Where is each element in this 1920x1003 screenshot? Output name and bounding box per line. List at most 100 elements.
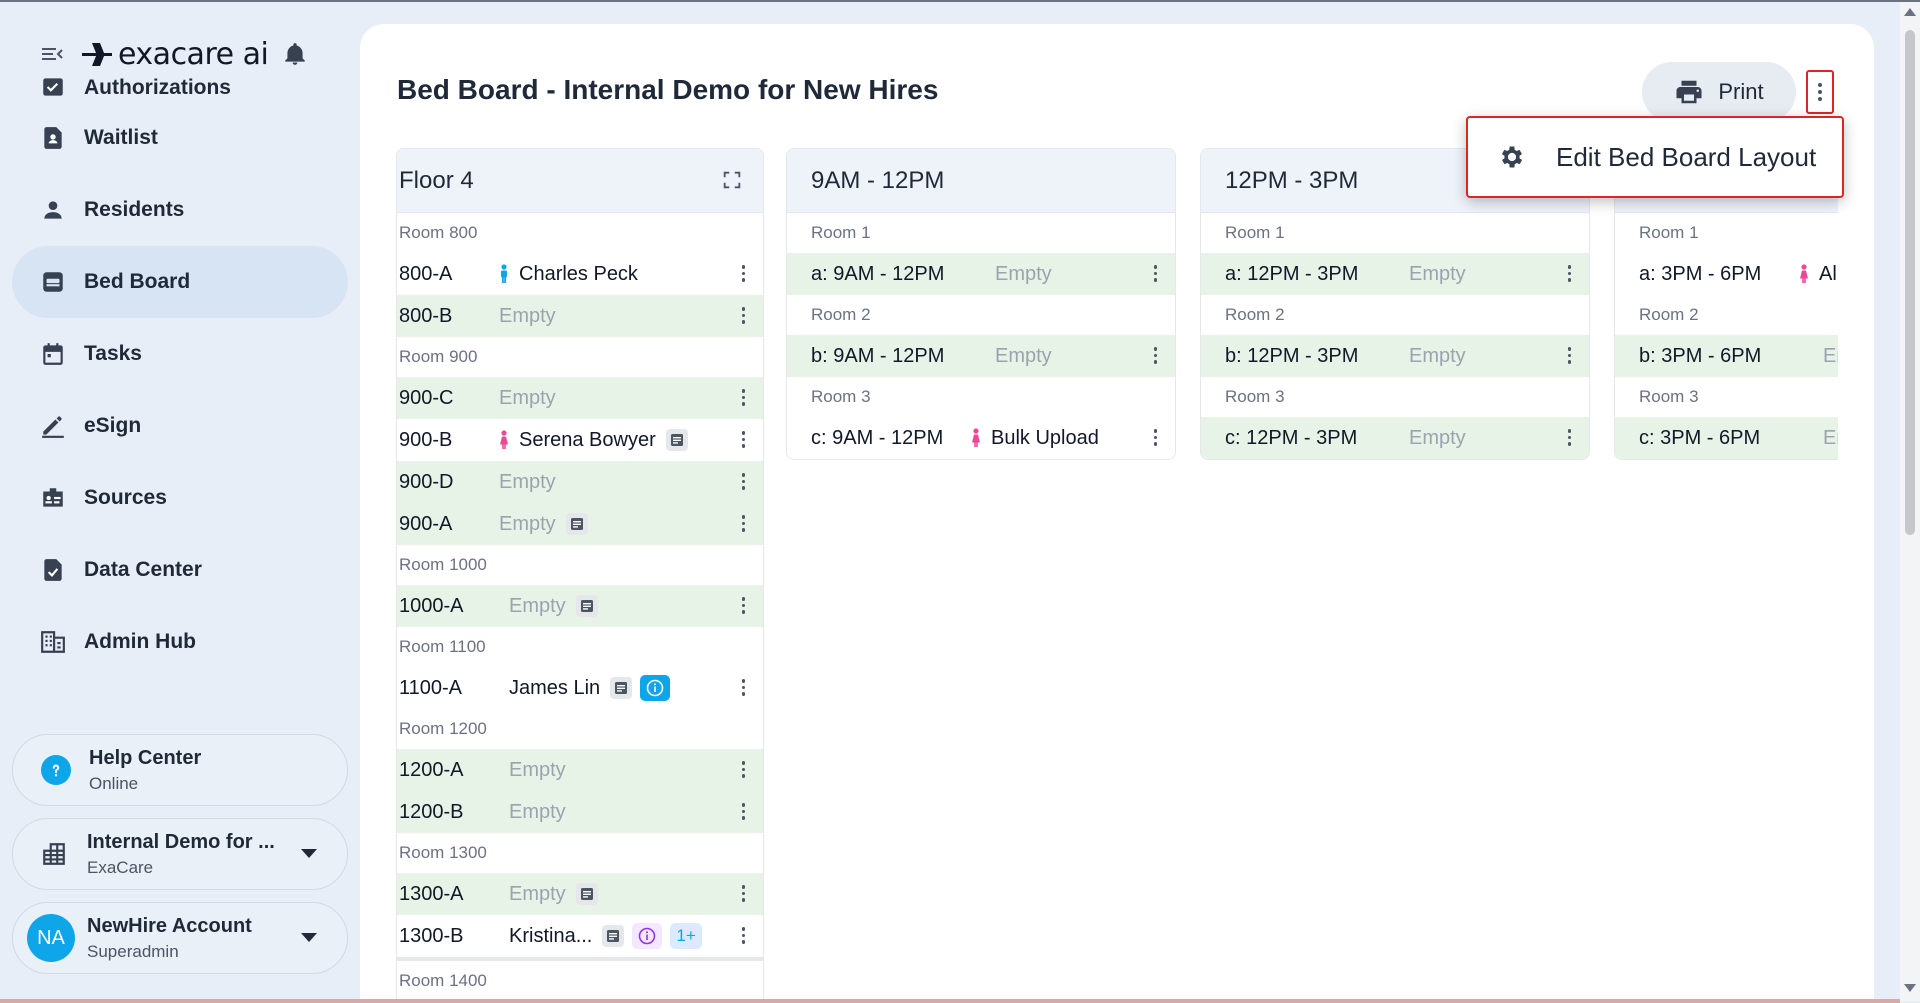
edit-bed-board-layout-menu-item[interactable]: Edit Bed Board Layout	[1466, 116, 1844, 198]
bed-actions-button[interactable]	[741, 885, 745, 902]
note-icon[interactable]	[602, 925, 625, 947]
bed-id: c: 3PM - 6PM	[1639, 426, 1761, 449]
bed-actions-button[interactable]	[1153, 265, 1157, 282]
bed-row[interactable]: a: 3PM - 6PM Ali	[1615, 253, 1838, 295]
info-icon[interactable]	[632, 923, 663, 949]
column-title: 9AM - 12PM	[811, 166, 945, 194]
bed-row[interactable]: c: 3PM - 6PM Em	[1615, 417, 1838, 459]
bed-actions-button[interactable]	[1567, 429, 1571, 446]
exacare-logo-icon	[82, 43, 112, 66]
printer-icon	[1676, 80, 1702, 104]
bed-row[interactable]: 1300-A Empty	[397, 873, 763, 915]
room-label: Room 1	[787, 213, 1175, 253]
bed-actions-button[interactable]	[741, 389, 745, 406]
bed-row[interactable]: 900-B Serena Bowyer	[397, 419, 763, 461]
sidebar-item-tasks[interactable]: Tasks	[12, 318, 348, 390]
bed-row[interactable]: b: 3PM - 6PM Em	[1615, 335, 1838, 377]
bed-row[interactable]: 900-D Empty	[397, 461, 763, 503]
bed-row[interactable]: 800-B Empty	[397, 295, 763, 337]
help-icon	[41, 755, 71, 785]
print-label: Print	[1718, 79, 1764, 104]
sidebar-item-bed-board[interactable]: Bed Board	[12, 246, 348, 318]
sidebar-item-authorizations[interactable]: Authorizations	[12, 68, 348, 102]
notifications-bell-icon[interactable]	[282, 41, 308, 67]
occupant-name[interactable]: James Lin	[509, 677, 600, 700]
info-icon[interactable]	[640, 675, 671, 701]
occupant-name[interactable]: Kristina...	[509, 925, 592, 948]
bed-actions-button[interactable]	[1567, 265, 1571, 282]
facility-selector[interactable]: Internal Demo for ... ExaCare	[12, 818, 348, 890]
bed-row[interactable]: b: 9AM - 12PM Empty	[787, 335, 1175, 377]
bed-row[interactable]: 900-A Empty	[397, 503, 763, 545]
help-center-button[interactable]: Help Center Online	[12, 734, 348, 806]
bed-actions-button[interactable]	[1567, 347, 1571, 364]
scrollbar-thumb[interactable]	[1905, 30, 1915, 535]
bed-actions-button[interactable]	[741, 473, 745, 490]
scroll-up-arrow-icon[interactable]	[1904, 8, 1916, 16]
note-icon[interactable]	[575, 883, 598, 905]
pen-icon	[40, 413, 66, 439]
more-vert-icon	[741, 431, 745, 448]
bed-id: 1300-A	[399, 882, 464, 905]
more-vert-icon	[741, 885, 745, 902]
sidebar-item-esign[interactable]: eSign	[12, 390, 348, 462]
sidebar-item-label: Residents	[84, 198, 185, 221]
note-icon[interactable]	[610, 677, 633, 699]
empty-label: Empty	[509, 882, 566, 905]
more-options-button[interactable]	[1806, 70, 1834, 114]
bed-actions-button[interactable]	[1153, 347, 1157, 364]
empty-label: Empty	[509, 594, 566, 617]
occupant-name[interactable]: Bulk Upload	[991, 427, 1099, 450]
bed-row[interactable]: a: 9AM - 12PM Empty	[787, 253, 1175, 295]
bed-actions-button[interactable]	[741, 307, 745, 324]
bed-actions-button[interactable]	[741, 803, 745, 820]
scroll-down-arrow-icon[interactable]	[1904, 984, 1916, 992]
bed-actions-button[interactable]	[741, 597, 745, 614]
bed-row[interactable]: 800-A Charles Peck	[397, 253, 763, 295]
more-vert-icon	[1153, 429, 1157, 446]
room-label: Room 1300	[397, 833, 763, 873]
bed-row[interactable]: 1200-A Empty	[397, 749, 763, 791]
bed-row[interactable]: 1200-B Empty	[397, 791, 763, 833]
bed-row[interactable]: c: 12PM - 3PM Empty	[1201, 417, 1589, 459]
note-icon[interactable]	[575, 595, 598, 617]
sidebar-item-sources[interactable]: Sources	[12, 462, 348, 534]
bed-actions-button[interactable]	[741, 761, 745, 778]
sidebar-item-waitlist[interactable]: Waitlist	[12, 102, 348, 174]
bed-row[interactable]: b: 12PM - 3PM Empty	[1201, 335, 1589, 377]
bed-id: 800-B	[399, 304, 453, 327]
note-icon[interactable]	[565, 513, 588, 535]
sidebar-item-admin-hub[interactable]: Admin Hub	[12, 606, 348, 678]
occupant-name[interactable]: Serena Bowyer	[519, 429, 656, 452]
bed-id: b: 3PM - 6PM	[1639, 344, 1762, 367]
bed-actions-button[interactable]	[741, 927, 745, 944]
brand-logo[interactable]: exacare ai	[80, 37, 269, 72]
sidebar-item-data-center[interactable]: Data Center	[12, 534, 348, 606]
bed-actions-button[interactable]	[741, 431, 745, 448]
count-badge[interactable]: 1+	[670, 923, 702, 949]
more-vert-icon	[1153, 347, 1157, 364]
collapse-menu-icon[interactable]	[40, 42, 64, 66]
note-icon[interactable]	[665, 429, 688, 451]
bed-actions-button[interactable]	[741, 265, 745, 282]
bed-actions-button[interactable]	[1153, 429, 1157, 446]
menu-item-label: Edit Bed Board Layout	[1556, 141, 1817, 172]
print-button[interactable]: Print	[1642, 62, 1796, 122]
empty-label: Empty	[509, 800, 566, 823]
sidebar-item-residents[interactable]: Residents	[12, 174, 348, 246]
account-selector[interactable]: NA NewHire Account Superadmin	[12, 902, 348, 974]
bed-actions-button[interactable]	[741, 515, 745, 532]
empty-label: Empty	[499, 386, 556, 409]
bed-actions-button[interactable]	[741, 679, 745, 696]
bed-row[interactable]: 1300-B Kristina... 1+	[397, 915, 763, 957]
empty-label: Empty	[1409, 262, 1466, 285]
more-vert-icon	[741, 761, 745, 778]
occupant-name[interactable]: Charles Peck	[519, 263, 638, 286]
bed-row[interactable]: c: 9AM - 12PM Bulk Upload	[787, 417, 1175, 459]
bed-row[interactable]: 1100-A James Lin	[397, 667, 763, 709]
bed-row[interactable]: 900-C Empty	[397, 377, 763, 419]
occupant-name[interactable]: Ali	[1819, 263, 1838, 286]
bed-row[interactable]: a: 12PM - 3PM Empty	[1201, 253, 1589, 295]
expand-icon[interactable]	[721, 169, 743, 191]
bed-row[interactable]: 1000-A Empty	[397, 585, 763, 627]
